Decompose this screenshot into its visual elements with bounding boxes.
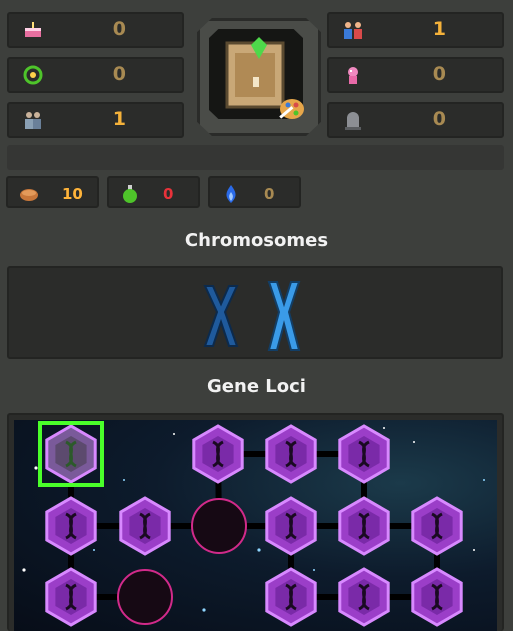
cake-icon [25,22,41,37]
star [22,568,26,572]
stat-panel-wreaths: 0 [7,57,184,93]
hidden-resource-row [7,145,504,170]
chromosome-x-light-icon[interactable] [263,278,305,354]
gene-orb-node[interactable] [191,498,247,554]
gene-loci-network [22,421,485,627]
gene-hex-node[interactable] [119,496,171,556]
family-icon [344,22,362,39]
stat-panel-pink-creatures: 0 [327,57,504,93]
gene-hex-node[interactable] [192,424,244,484]
laurel-wreath-icon [23,65,43,85]
gene-hex-node[interactable] [338,424,390,484]
star [202,608,206,612]
gene-hex-node[interactable] [45,567,97,627]
gene-hex-node[interactable] [265,496,317,556]
star [473,549,475,551]
gene-hex-node[interactable] [265,424,317,484]
stat-value-cakes: 0 [112,18,126,40]
stat-value-population: 1 [112,108,126,130]
gene-hex-node[interactable] [45,496,97,556]
star [34,466,38,470]
gene-hex-node[interactable] [338,567,390,627]
palette-brush-icon[interactable] [276,93,306,121]
portrait-frame[interactable] [197,18,321,136]
resource-value-flame: 0 [264,185,275,203]
resource-panel-flame: 0 [208,176,301,208]
bread-icon [20,189,38,201]
star [383,427,385,429]
stat-panel-graves: 0 [327,102,504,138]
star [123,479,125,481]
gene-hex-node[interactable] [411,567,463,627]
stat-panel-family: 1 [327,12,504,48]
chromosomes-panel [7,266,503,359]
gene-loci-map [14,420,497,631]
star [313,569,315,571]
gene-hex-node[interactable] [338,496,390,556]
people-icon [25,112,41,129]
stat-value-wreaths: 0 [112,63,126,85]
gene-hex-node[interactable] [411,496,463,556]
stat-value-graves: 0 [432,108,446,130]
gene-hex-node-selected[interactable] [38,421,104,487]
stat-panel-cakes: 0 [7,12,184,48]
green-potion-icon [123,185,137,203]
star [483,479,485,481]
resource-value-bread: 10 [62,185,83,203]
star [413,441,415,443]
stat-value-family: 1 [432,18,446,40]
resource-value-potion: 0 [163,185,174,203]
star [93,549,95,551]
stat-value-pink-creatures: 0 [432,63,446,85]
chromosomes-title: Chromosomes [184,230,329,251]
resource-panel-bread: 10 [6,176,99,208]
gene-orb-node[interactable] [117,569,173,625]
star [257,548,261,552]
gene-loci-title: Gene Loci [207,376,306,397]
stat-panel-population: 1 [7,102,184,138]
gene-hex-node[interactable] [265,567,317,627]
star [173,433,175,435]
resource-panel-potion: 0 [107,176,200,208]
chromosome-x-dark-icon[interactable] [201,282,241,350]
blue-flame-icon [226,185,236,203]
pink-creature-icon [348,67,358,84]
gravestone-icon [345,112,361,130]
